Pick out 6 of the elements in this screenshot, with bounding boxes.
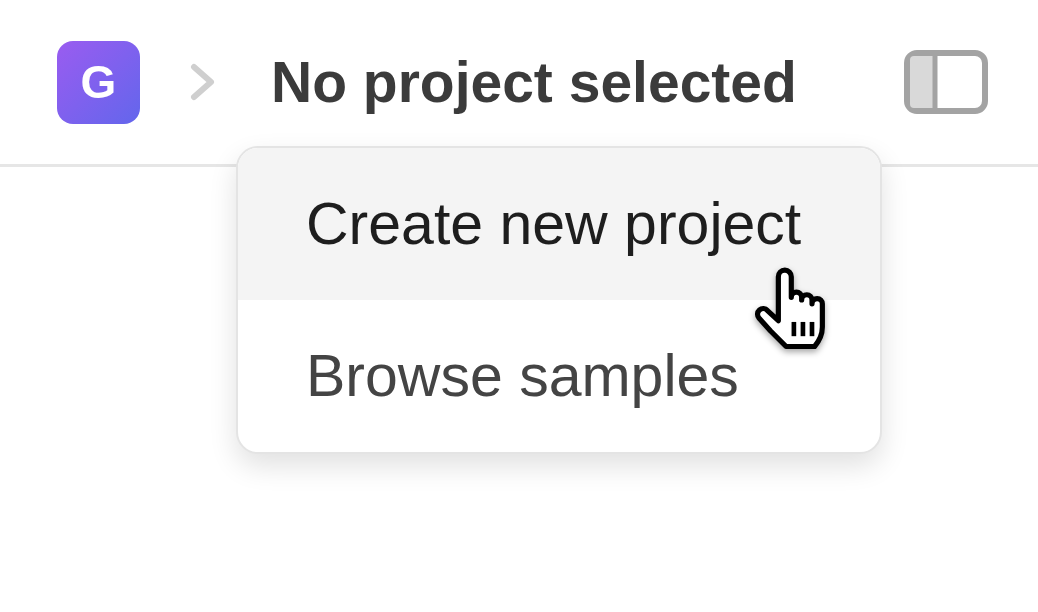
sidebar-toggle-icon[interactable]	[904, 50, 988, 114]
project-selector[interactable]: No project selected	[271, 49, 797, 115]
menu-item[interactable]: Browse samples	[238, 300, 880, 452]
workspace-avatar[interactable]: G	[57, 40, 140, 124]
chevron-right-icon	[190, 63, 216, 101]
menu-item[interactable]: Create new project	[238, 148, 880, 300]
